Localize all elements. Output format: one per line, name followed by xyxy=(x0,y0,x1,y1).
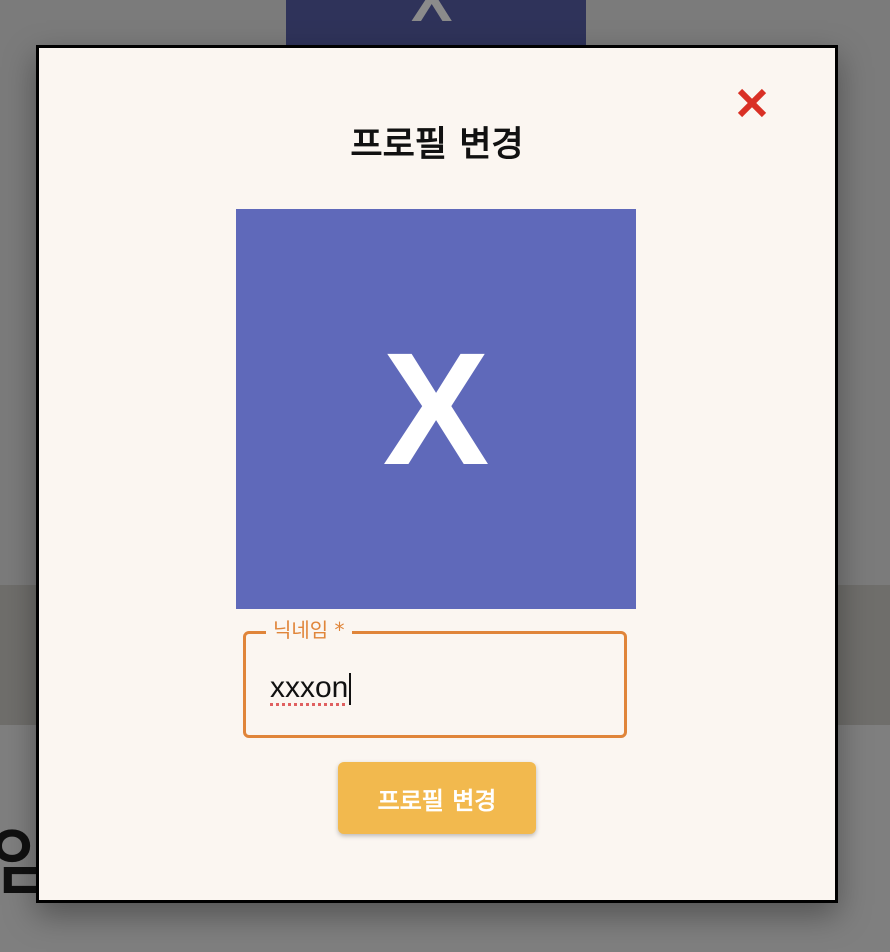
nickname-label: 닉네임 * xyxy=(266,617,352,643)
text-caret xyxy=(349,673,352,706)
close-x-icon xyxy=(737,88,767,118)
background-avatar-letter: X xyxy=(411,0,453,35)
profile-edit-dialog: 프로필 변경 X 닉네임 * xxxon 프로필 변경 xyxy=(36,45,838,903)
background-avatar: X xyxy=(286,0,586,46)
profile-avatar: X xyxy=(236,209,636,609)
nickname-field: 닉네임 * xxxon xyxy=(243,617,627,738)
nickname-input[interactable]: xxxon xyxy=(270,670,600,706)
change-profile-button[interactable]: 프로필 변경 xyxy=(338,762,536,834)
dialog-title: 프로필 변경 xyxy=(350,125,524,165)
avatar-letter: X xyxy=(382,319,490,498)
close-button[interactable] xyxy=(735,86,769,120)
nickname-value: xxxon xyxy=(270,671,349,704)
